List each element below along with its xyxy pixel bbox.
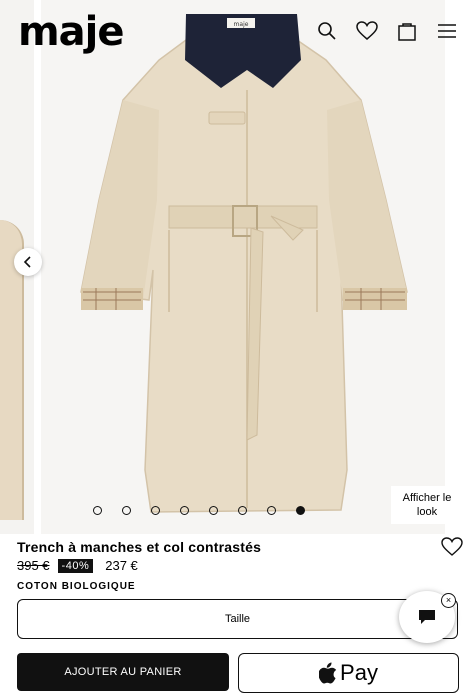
apple-pay-label: Pay bbox=[340, 660, 378, 685]
size-selector[interactable]: Taille bbox=[17, 599, 458, 639]
size-selector-label: Taille bbox=[224, 613, 251, 625]
next-slide-peek bbox=[445, 0, 476, 534]
search-icon[interactable] bbox=[316, 20, 338, 42]
original-price: 395 € bbox=[17, 558, 50, 573]
brand-logo[interactable]: maje bbox=[18, 8, 125, 56]
slide-dot[interactable] bbox=[267, 506, 276, 515]
header-actions bbox=[316, 20, 458, 42]
slide-indicators bbox=[93, 506, 305, 515]
product-title: Trench à manches et col contrastés bbox=[17, 539, 262, 555]
add-to-cart-button[interactable]: AJOUTER AU PANIER bbox=[17, 653, 229, 691]
product-gallery[interactable]: maje maje Afficher le look bbox=[0, 0, 476, 534]
slide-dot[interactable] bbox=[151, 506, 160, 515]
slide-dot[interactable] bbox=[238, 506, 247, 515]
bag-icon[interactable] bbox=[396, 20, 418, 42]
trench-coat-illustration: maje bbox=[80, 14, 408, 513]
slide-dot-active[interactable] bbox=[296, 506, 305, 515]
wishlist-heart-icon[interactable] bbox=[441, 537, 463, 559]
price-row: 395 € -40% 237 € bbox=[17, 558, 138, 573]
heart-icon[interactable] bbox=[356, 20, 378, 42]
apple-icon bbox=[319, 662, 337, 684]
slide-dot[interactable] bbox=[93, 506, 102, 515]
chevron-left-icon bbox=[23, 256, 31, 268]
chat-bubble-icon bbox=[419, 610, 435, 624]
sale-price: 237 € bbox=[105, 558, 138, 573]
menu-icon[interactable] bbox=[436, 20, 458, 42]
view-look-button[interactable]: Afficher le look bbox=[391, 486, 463, 524]
slide-dot[interactable] bbox=[122, 506, 131, 515]
previous-slide-button[interactable] bbox=[14, 248, 42, 276]
material-label: COTON BIOLOGIQUE bbox=[17, 581, 136, 592]
discount-badge: -40% bbox=[57, 558, 94, 573]
product-image: maje bbox=[41, 0, 445, 534]
chat-close-button[interactable]: × bbox=[441, 593, 456, 608]
slide-dot[interactable] bbox=[180, 506, 189, 515]
collar-label: maje bbox=[234, 21, 249, 28]
apple-pay-button[interactable]: Pay bbox=[238, 653, 459, 693]
slide-dot[interactable] bbox=[209, 506, 218, 515]
